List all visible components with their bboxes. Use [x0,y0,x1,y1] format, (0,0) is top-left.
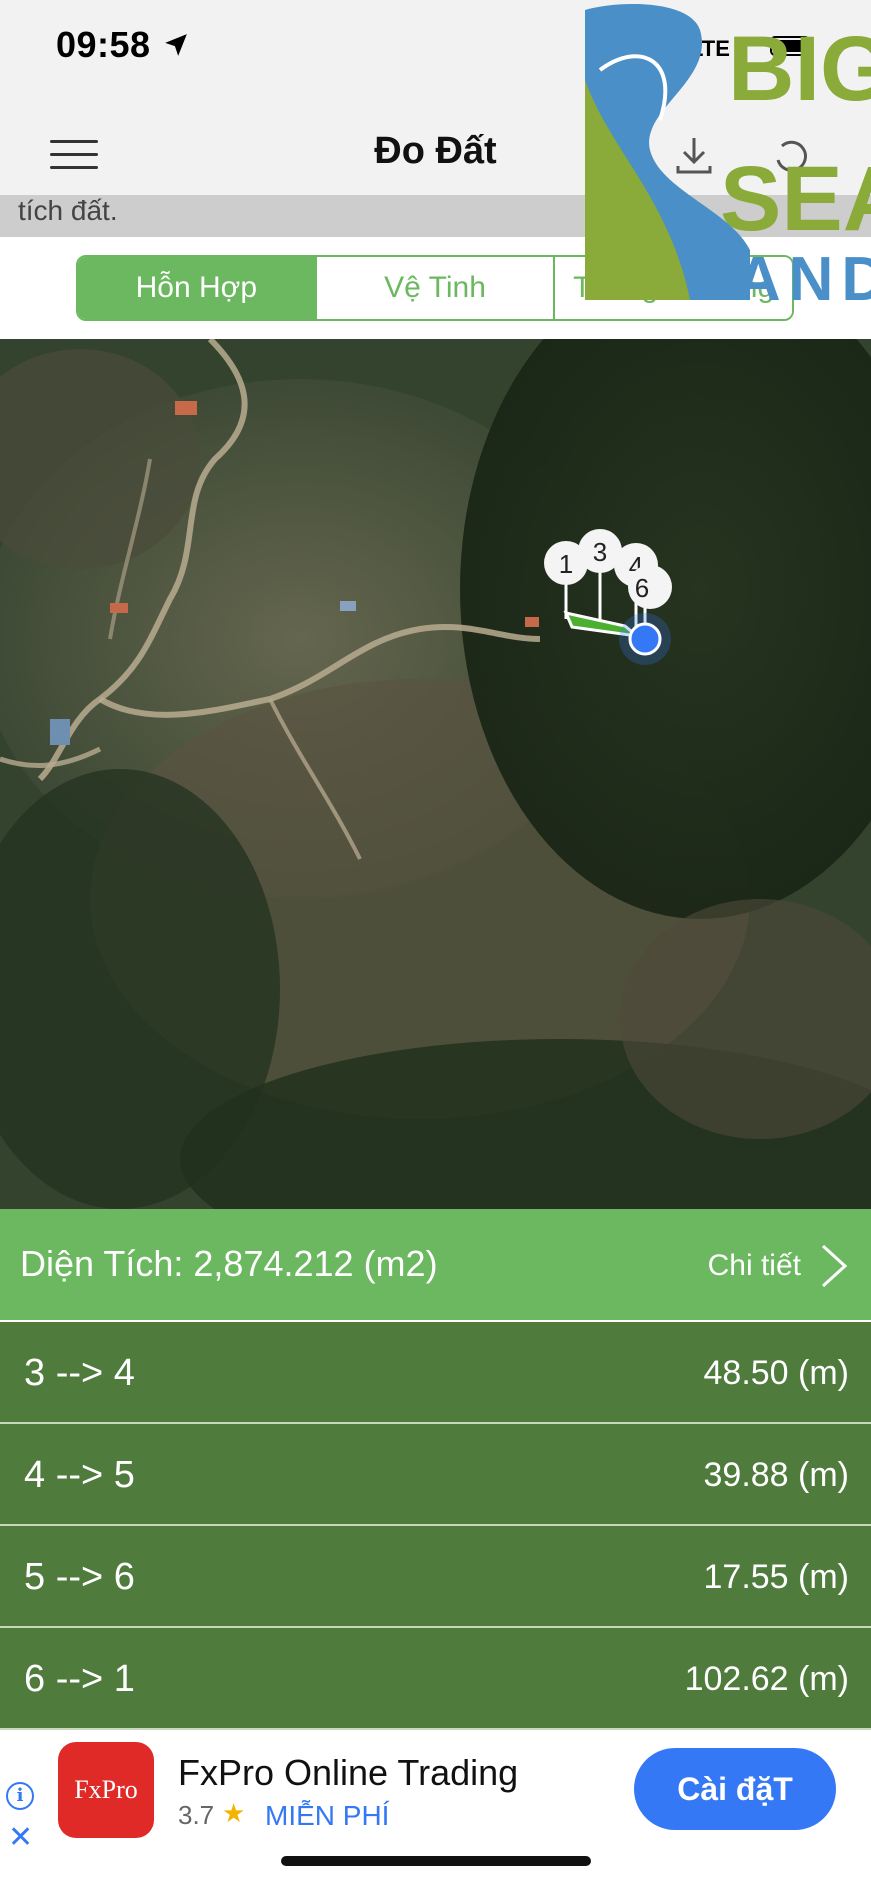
segment-row[interactable]: 6 --> 1 102.62 (m) [0,1628,871,1730]
star-icon: ★ [222,1798,246,1828]
ad-app-logo[interactable]: FxPro [58,1742,154,1838]
segment-row[interactable]: 5 --> 6 17.55 (m) [0,1526,871,1628]
ad-close-icon[interactable]: ✕ [8,1820,33,1855]
home-indicator[interactable] [281,1856,591,1866]
segment-label: 3 --> 4 [24,1352,135,1394]
segment-list: 3 --> 4 48.50 (m) 4 --> 5 39.88 (m) 5 --… [0,1322,871,1730]
segment-row[interactable]: 3 --> 4 48.50 (m) [0,1322,871,1424]
map-pin-6[interactable]: 6 [628,565,672,609]
detail-link[interactable]: Chi tiết [708,1249,801,1283]
segment-distance: 102.62 (m) [684,1660,849,1698]
segment-distance: 48.50 (m) [703,1354,850,1392]
notice-text: tích đất. [18,195,118,226]
segment-label: 4 --> 5 [24,1454,135,1496]
area-label: Diện Tích: 2,874.212 (m2) [20,1243,438,1284]
big-sea-land-logo: BIG SEA LAND [585,4,871,305]
logo-text-line-1: BIG [728,18,871,120]
segment-label: 6 --> 1 [24,1658,135,1700]
location-arrow-icon [165,34,187,56]
tab-satellite[interactable]: Vệ Tinh [316,257,556,319]
pin-label-3: 3 [593,537,607,567]
ad-title[interactable]: FxPro Online Trading [178,1752,518,1794]
ad-info-icon[interactable]: i [6,1782,34,1810]
segment-distance: 17.55 (m) [703,1558,850,1596]
segment-distance: 39.88 (m) [703,1456,850,1494]
tab-hybrid[interactable]: Hỗn Hợp [78,257,317,319]
logo-text-line-2: SEA [720,148,871,250]
user-location-dot [628,622,662,656]
segment-label: 5 --> 6 [24,1556,135,1598]
logo-text-line-3: LAND [690,245,871,305]
chevron-right-icon[interactable] [819,1243,849,1289]
ad-rating: 3.7 [178,1800,215,1830]
status-time: 09:58 [56,24,151,65]
area-summary-bar[interactable]: Diện Tích: 2,874.212 (m2) Chi tiết [0,1209,871,1322]
segment-row[interactable]: 4 --> 5 39.88 (m) [0,1424,871,1526]
pin-label-6: 6 [635,573,649,603]
install-button[interactable]: Cài đặT [634,1748,836,1830]
satellite-map[interactable]: 1 3 4 6 [0,339,871,1209]
pin-label-1: 1 [559,549,573,579]
ad-price: MIỄN PHÍ [265,1800,390,1831]
map-imagery: 1 3 4 6 [0,339,871,1209]
